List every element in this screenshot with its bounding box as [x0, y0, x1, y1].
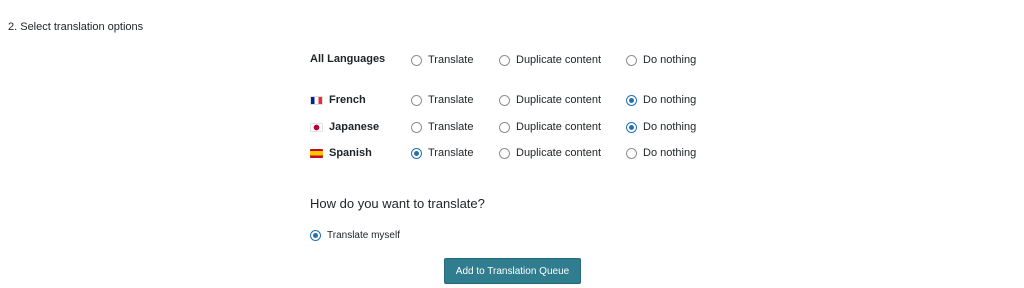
radio-checked-icon[interactable] [310, 229, 321, 241]
option-nothing-french[interactable]: Do nothing [626, 92, 696, 108]
language-row-spanish: Spanish Translate Duplicate content Do n… [310, 145, 730, 161]
option-nothing-japanese[interactable]: Do nothing [626, 119, 696, 135]
radio-icon[interactable] [499, 147, 510, 159]
language-name: Japanese [329, 121, 380, 133]
language-label-spanish: Spanish [310, 145, 372, 161]
option-label: Translate [428, 147, 474, 159]
language-label-japanese: Japanese [310, 119, 379, 135]
option-label: Duplicate content [516, 147, 601, 159]
flag-fr-icon [310, 95, 323, 105]
radio-icon[interactable] [626, 147, 637, 159]
radio-icon[interactable] [499, 94, 510, 106]
language-name: Spanish [329, 147, 372, 159]
radio-checked-icon[interactable] [626, 121, 637, 133]
option-label: Translate [428, 94, 474, 106]
option-label: Translate myself [327, 229, 400, 241]
radio-icon[interactable] [411, 94, 422, 106]
radio-icon[interactable] [626, 54, 637, 66]
option-duplicate-all[interactable]: Duplicate content [499, 52, 601, 68]
option-translate-myself[interactable]: Translate myself [310, 227, 400, 243]
option-label: Translate [428, 121, 474, 133]
option-nothing-spanish[interactable]: Do nothing [626, 145, 696, 161]
radio-icon[interactable] [411, 121, 422, 133]
flag-es-icon [310, 148, 323, 158]
option-nothing-all[interactable]: Do nothing [626, 52, 696, 68]
flag-jp-icon [310, 122, 323, 132]
language-name: French [329, 94, 366, 106]
option-translate-japanese[interactable]: Translate [411, 119, 473, 135]
option-label: Duplicate content [516, 54, 601, 66]
radio-icon[interactable] [411, 54, 422, 66]
language-row-french: French Translate Duplicate content Do no… [310, 92, 730, 108]
language-row-japanese: Japanese Translate Duplicate content Do … [310, 119, 730, 135]
option-duplicate-french[interactable]: Duplicate content [499, 92, 601, 108]
option-duplicate-japanese[interactable]: Duplicate content [499, 119, 601, 135]
option-label: Translate [428, 54, 474, 66]
language-row-all: All Languages Translate Duplicate conten… [310, 52, 730, 68]
radio-icon[interactable] [499, 121, 510, 133]
option-label: Do nothing [643, 121, 697, 133]
option-label: Duplicate content [516, 121, 601, 133]
option-translate-french[interactable]: Translate [411, 92, 473, 108]
language-name: All Languages [310, 53, 386, 65]
option-label: Do nothing [643, 147, 697, 159]
option-duplicate-spanish[interactable]: Duplicate content [499, 145, 601, 161]
option-label: Do nothing [643, 54, 697, 66]
radio-checked-icon[interactable] [411, 147, 422, 159]
radio-checked-icon[interactable] [626, 94, 637, 106]
language-label-all: All Languages [310, 51, 385, 67]
translation-method-heading: How do you want to translate? [310, 196, 485, 211]
radio-icon[interactable] [499, 54, 510, 66]
add-to-translation-queue-button[interactable]: Add to Translation Queue [444, 258, 581, 284]
section-title: 2. Select translation options [8, 21, 144, 33]
language-label-french: French [310, 92, 366, 108]
option-label: Do nothing [643, 94, 697, 106]
option-translate-spanish[interactable]: Translate [411, 145, 473, 161]
option-label: Duplicate content [516, 94, 601, 106]
option-translate-all[interactable]: Translate [411, 52, 473, 68]
